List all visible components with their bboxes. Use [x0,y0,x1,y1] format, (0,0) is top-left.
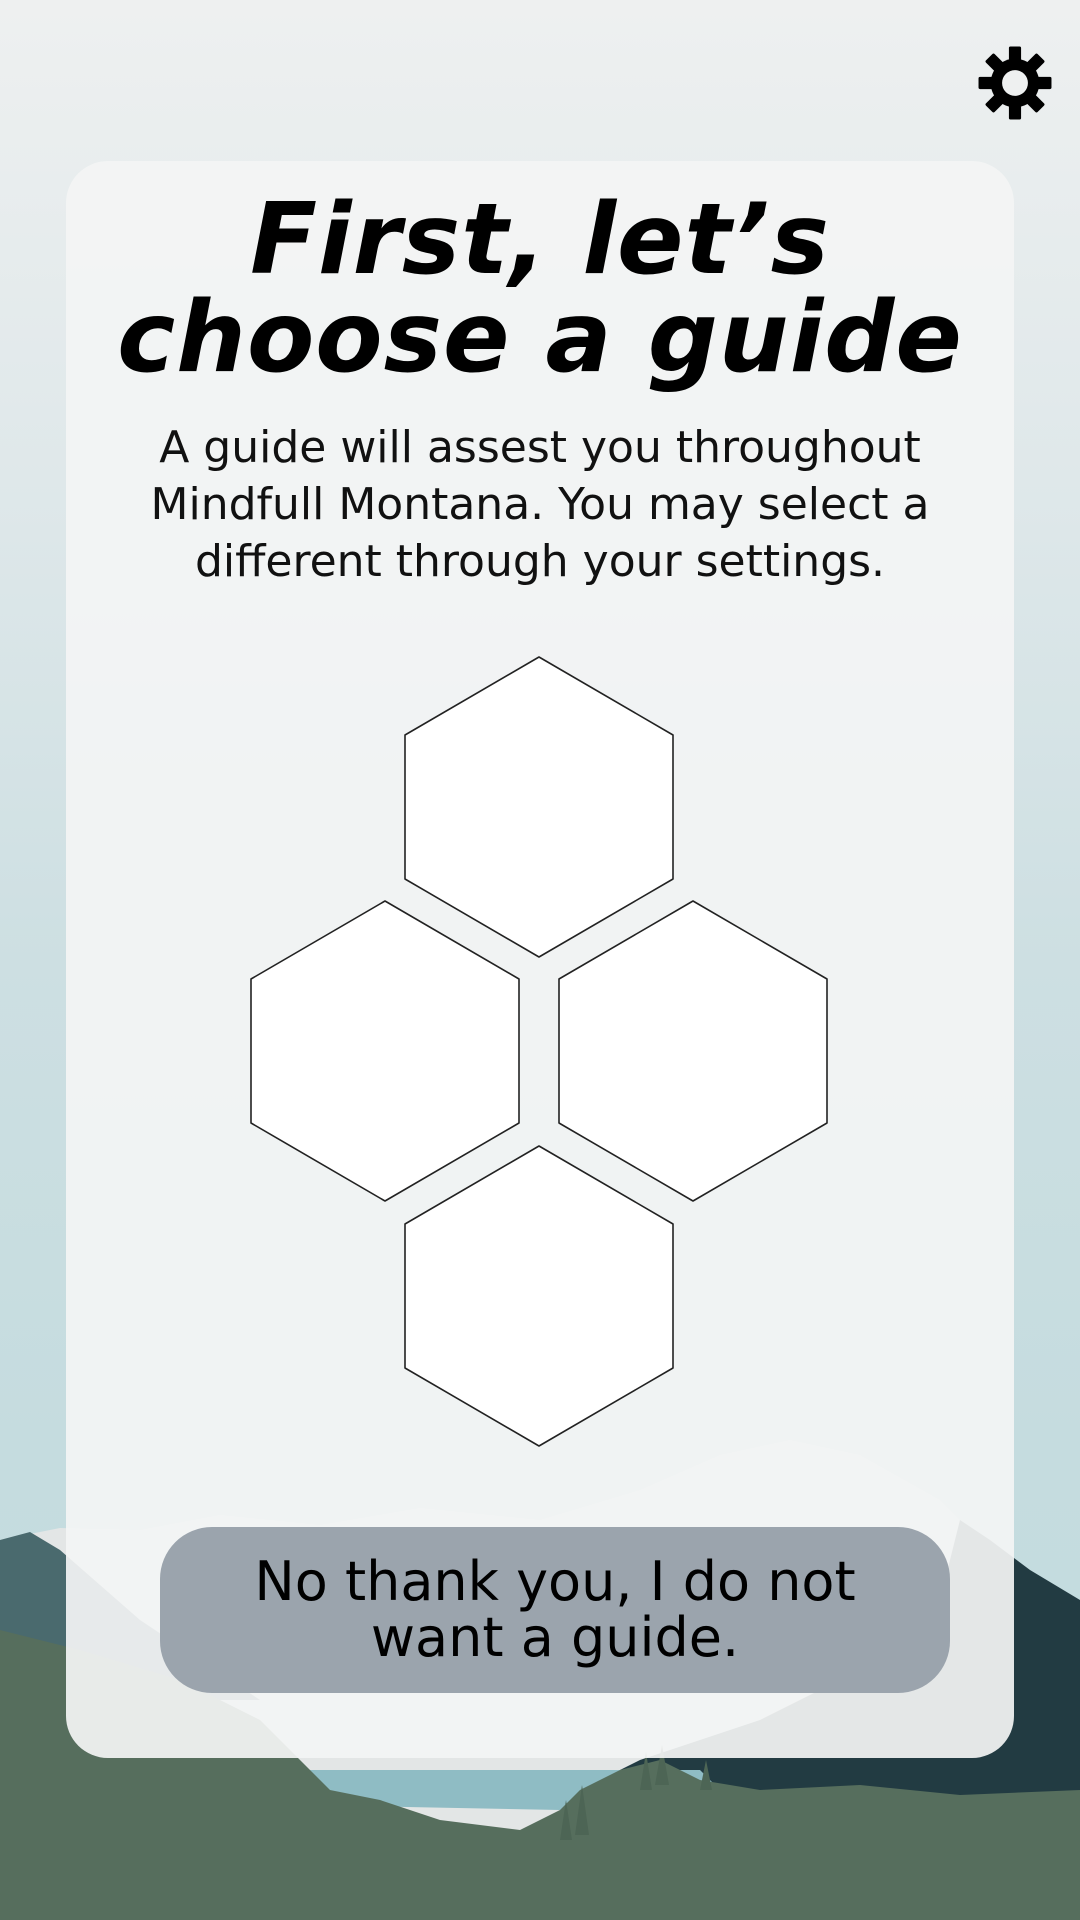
no-guide-button-label: No thank you, I do not want a guide. [254,1550,856,1669]
guide-selection-card: First, let’s choose a guide A guide will… [66,161,1014,1758]
guide-option-bottom[interactable] [404,1145,674,1447]
settings-button[interactable] [972,40,1058,126]
guide-option-top[interactable] [404,656,674,958]
guide-options-grid [250,656,828,1447]
guide-option-left[interactable] [250,900,520,1202]
gear-icon [978,46,1052,120]
no-guide-button[interactable]: No thank you, I do not want a guide. [160,1527,950,1693]
guide-option-right[interactable] [558,900,828,1202]
